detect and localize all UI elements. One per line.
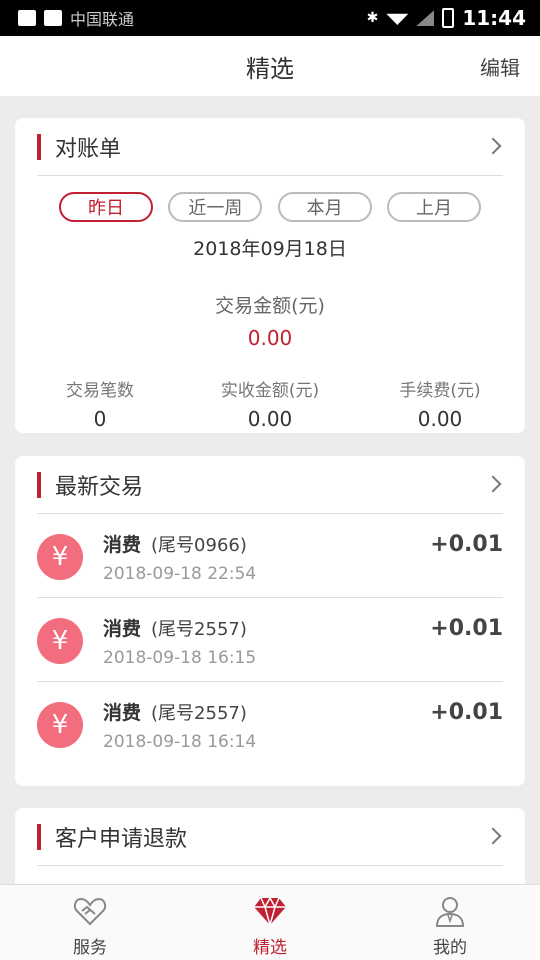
yen-icon: ¥ (37, 702, 83, 748)
stat-value: 0 (93, 407, 107, 431)
status-time: 11:44 (462, 6, 526, 30)
stat-value: 0.00 (417, 407, 463, 431)
bluetooth-icon: ✱ (366, 10, 379, 26)
tab-yesterday[interactable]: 昨日 (59, 192, 153, 222)
status-right: ✱ 11:44 (367, 6, 526, 30)
transaction-amount: +0.01 (430, 700, 503, 725)
transaction-type: 消费 (103, 534, 142, 556)
transaction-row[interactable]: ¥ 消费 (尾号0966) 2018-09-18 22:54 +0.01 (37, 514, 503, 598)
transaction-time: 2018-09-18 16:15 (103, 648, 257, 668)
refunds-title: 客户申请退款 (55, 826, 188, 852)
statement-card-header[interactable]: 对账单 (37, 118, 503, 176)
card-tail: (尾号0966) (151, 535, 247, 556)
period-tabs: 昨日 近一周 本月 上月 (15, 176, 503, 222)
page-title: 精选 (246, 54, 294, 83)
transaction-time: 2018-09-18 16:14 (103, 732, 257, 752)
transactions-card-header[interactable]: 最新交易 (37, 456, 503, 514)
stat-received: 实收金额(元) 0.00 (195, 376, 345, 431)
transaction-row[interactable]: ¥ 消费 (尾号2557) 2018-09-18 16:14 +0.01 (37, 682, 503, 766)
nav-mine[interactable]: 我的 (360, 885, 540, 960)
nav-label: 精选 (253, 938, 287, 958)
statement-date: 2018年09月18日 (193, 238, 347, 260)
statement-title: 对账单 (55, 136, 122, 162)
stat-fee: 手续费(元) 0.00 (365, 376, 515, 431)
signal-icon (416, 10, 435, 26)
refunds-card-header[interactable]: 客户申请退款 (37, 808, 503, 866)
transaction-amount: +0.01 (430, 532, 503, 557)
transaction-title: 消费 (尾号0966) (103, 530, 247, 557)
handshake-icon (73, 897, 107, 926)
chevron-right-icon (484, 827, 502, 845)
image-icon (18, 10, 36, 26)
user-icon (435, 897, 465, 927)
font-icon (44, 10, 62, 26)
section-marker (37, 471, 41, 498)
transaction-title: 消费 (尾号2557) (103, 614, 247, 641)
nav-label: 服务 (73, 938, 107, 958)
statement-stats: 交易笔数 0 实收金额(元) 0.00 手续费(元) 0.00 (15, 376, 525, 431)
amount-value: 0.00 (247, 326, 293, 350)
bottom-nav: 服务 精选 我的 (0, 884, 540, 960)
nav-service[interactable]: 服务 (0, 885, 180, 960)
yen-icon: ¥ (37, 534, 83, 580)
carrier-name: 中国联通 (70, 10, 135, 29)
status-left: 中国联通 (18, 6, 134, 30)
chevron-right-icon (484, 475, 502, 493)
transaction-row[interactable]: ¥ 消费 (尾号2557) 2018-09-18 16:15 +0.01 (37, 598, 503, 682)
edit-button[interactable]: 编辑 (480, 52, 520, 81)
stat-label: 实收金额(元) (220, 381, 320, 401)
tab-last-month[interactable]: 上月 (386, 192, 481, 222)
stat-label: 交易笔数 (66, 381, 134, 401)
stat-value: 0.00 (247, 407, 293, 431)
transaction-type: 消费 (103, 702, 142, 724)
app-header: 精选 编辑 (0, 36, 540, 96)
section-marker (37, 133, 41, 160)
transaction-time: 2018-09-18 22:54 (103, 564, 257, 584)
card-tail: (尾号2557) (151, 619, 247, 640)
yen-icon: ¥ (37, 618, 83, 664)
transactions-card: 最新交易 ¥ 消费 (尾号0966) 2018-09-18 22:54 +0.01… (15, 456, 525, 786)
stat-count: 交易笔数 0 (25, 376, 175, 431)
tab-week[interactable]: 近一周 (168, 192, 263, 222)
wifi-icon (386, 13, 409, 25)
transaction-title: 消费 (尾号2557) (103, 698, 247, 725)
transaction-amount: +0.01 (430, 616, 503, 641)
battery-icon (442, 8, 455, 28)
card-tail: (尾号2557) (151, 703, 247, 724)
section-marker (37, 823, 41, 850)
status-bar: 中国联通 ✱ 11:44 (0, 0, 540, 36)
nav-label: 我的 (433, 938, 467, 958)
diamond-icon (254, 896, 286, 927)
statement-card: 对账单 昨日 近一周 本月 上月 2018年09月18日 交易金额(元) 0.0… (15, 118, 525, 433)
tab-this-month[interactable]: 本月 (277, 192, 372, 222)
transactions-title: 最新交易 (55, 474, 144, 500)
amount-label: 交易金额(元) (215, 295, 325, 317)
transaction-type: 消费 (103, 618, 142, 640)
chevron-right-icon (484, 137, 502, 155)
nav-featured[interactable]: 精选 (180, 885, 360, 960)
stat-label: 手续费(元) (399, 381, 481, 401)
